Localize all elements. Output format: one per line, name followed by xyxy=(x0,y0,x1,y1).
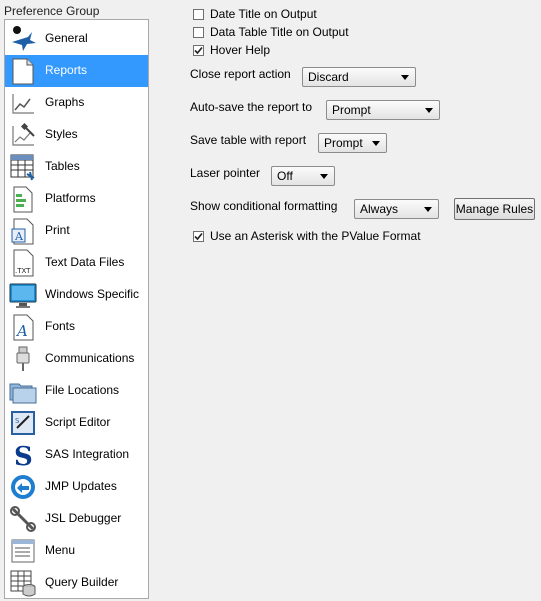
pvalue-asterisk-option[interactable]: Use an Asterisk with the PValue Format xyxy=(193,229,421,243)
chevron-down-icon xyxy=(401,75,409,80)
sidebar-item-label: Fonts xyxy=(45,319,76,333)
pvalue-asterisk-label: Use an Asterisk with the PValue Format xyxy=(210,229,421,243)
jsl-debugger-icon xyxy=(10,506,36,532)
pvalue-asterisk-checkbox[interactable] xyxy=(193,230,204,242)
chevron-down-icon xyxy=(372,141,380,146)
sidebar-item-label: Graphs xyxy=(45,95,85,109)
sidebar-item-label: Platforms xyxy=(45,191,96,205)
conditional-formatting-select[interactable]: Always xyxy=(354,199,439,219)
sidebar-item-label: Windows Specific xyxy=(45,287,140,301)
sidebar-item-sas-integration[interactable]: S SAS Integration xyxy=(5,439,148,471)
chevron-down-icon xyxy=(425,108,433,113)
date-title-label: Date Title on Output xyxy=(210,7,317,21)
auto-save-value: Prompt xyxy=(332,103,371,117)
laser-pointer-label: Laser pointer xyxy=(190,166,261,180)
sidebar-item-print[interactable]: A Print xyxy=(5,215,148,247)
close-report-action-label: Close report action xyxy=(190,67,291,81)
sidebar-item-styles[interactable]: Styles xyxy=(5,119,148,151)
sidebar-item-menu[interactable]: Menu xyxy=(5,535,148,567)
date-title-option[interactable]: Date Title on Output xyxy=(193,7,317,21)
print-icon: A xyxy=(11,218,34,245)
windows-specific-icon xyxy=(9,283,37,308)
sidebar-item-communications[interactable]: Communications xyxy=(5,343,148,375)
sidebar-item-label: Tables xyxy=(45,159,80,173)
sidebar-item-tables[interactable]: Tables xyxy=(5,151,148,183)
save-table-select[interactable]: Prompt xyxy=(318,133,387,153)
data-table-title-option[interactable]: Data Table Title on Output xyxy=(193,25,349,39)
sidebar-item-reports[interactable]: Reports xyxy=(5,55,148,87)
sidebar-item-general[interactable]: General xyxy=(5,23,148,55)
sidebar-item-label: Query Builder xyxy=(45,575,119,589)
svg-text:A: A xyxy=(14,230,24,243)
sidebar-item-text-data-files[interactable]: .TXT Text Data Files xyxy=(5,247,148,279)
data-table-title-label: Data Table Title on Output xyxy=(210,25,349,39)
sidebar-item-label: SAS Integration xyxy=(45,447,130,461)
sidebar-item-jmp-updates[interactable]: JMP Updates xyxy=(5,471,148,503)
sidebar-item-label: File Locations xyxy=(45,383,120,397)
sidebar-item-label: Communications xyxy=(45,351,135,365)
graphs-icon xyxy=(12,94,34,114)
save-table-label: Save table with report xyxy=(190,133,307,147)
save-table-value: Prompt xyxy=(324,136,363,150)
laser-pointer-value: Off xyxy=(277,169,293,183)
conditional-formatting-value: Always xyxy=(360,202,399,216)
conditional-formatting-label: Show conditional formatting xyxy=(190,199,338,213)
close-report-action-select[interactable]: Discard xyxy=(302,67,416,87)
checkmark-icon xyxy=(194,46,203,54)
sidebar-item-jsl-debugger[interactable]: JSL Debugger xyxy=(5,503,148,535)
sidebar-item-label: Menu xyxy=(45,543,76,557)
fonts-icon: A xyxy=(13,314,34,341)
script-editor-icon: S xyxy=(11,411,35,435)
sidebar-item-label: Reports xyxy=(45,63,88,77)
styles-icon xyxy=(12,122,35,146)
sidebar-item-label: Script Editor xyxy=(45,415,111,429)
manage-rules-button[interactable]: Manage Rules xyxy=(454,198,535,220)
preference-group-label: Preference Group xyxy=(4,4,100,18)
sidebar-item-label: Print xyxy=(45,223,70,237)
sidebar-item-label: General xyxy=(45,31,88,45)
checkmark-icon xyxy=(194,232,203,240)
auto-save-select[interactable]: Prompt xyxy=(326,100,440,120)
date-title-checkbox[interactable] xyxy=(193,8,204,20)
hover-help-option[interactable]: Hover Help xyxy=(193,43,270,57)
query-builder-icon xyxy=(10,570,36,597)
chevron-down-icon xyxy=(424,207,432,212)
sidebar-item-fonts[interactable]: A Fonts xyxy=(5,311,148,343)
svg-text:S: S xyxy=(15,417,20,425)
svg-text:.TXT: .TXT xyxy=(15,267,31,275)
close-report-action-value: Discard xyxy=(308,70,349,84)
general-icon xyxy=(12,26,36,51)
reports-icon xyxy=(12,58,34,85)
sidebar-item-script-editor[interactable]: S Script Editor xyxy=(5,407,148,439)
data-table-title-checkbox[interactable] xyxy=(193,26,204,38)
svg-text:S: S xyxy=(14,442,33,470)
preference-group-list[interactable]: General Reports Graphs Styles Tables Pla… xyxy=(4,19,149,599)
jmp-updates-icon xyxy=(11,475,35,499)
sidebar-item-platforms[interactable]: Platforms xyxy=(5,183,148,215)
hover-help-label: Hover Help xyxy=(210,43,271,57)
sidebar-item-windows-specific[interactable]: Windows Specific xyxy=(5,279,148,311)
text-data-files-icon: .TXT xyxy=(13,249,34,277)
communications-icon xyxy=(16,346,30,371)
sidebar-item-label: JSL Debugger xyxy=(45,511,122,525)
hover-help-checkbox[interactable] xyxy=(193,44,204,56)
sidebar-item-graphs[interactable]: Graphs xyxy=(5,87,148,119)
tables-icon xyxy=(10,154,35,181)
sas-integration-icon: S xyxy=(14,442,33,470)
sidebar-item-label: JMP Updates xyxy=(45,479,117,493)
platforms-icon xyxy=(13,186,33,213)
sidebar-item-label: Text Data Files xyxy=(45,255,125,269)
sidebar-item-label: Styles xyxy=(45,127,78,141)
auto-save-label: Auto-save the report to xyxy=(190,100,313,114)
file-locations-icon xyxy=(9,383,37,404)
sidebar-item-query-builder[interactable]: Query Builder xyxy=(5,567,148,599)
svg-text:A: A xyxy=(15,322,28,340)
chevron-down-icon xyxy=(320,174,328,179)
sidebar-item-file-locations[interactable]: File Locations xyxy=(5,375,148,407)
laser-pointer-select[interactable]: Off xyxy=(271,166,335,186)
menu-icon xyxy=(11,539,35,563)
